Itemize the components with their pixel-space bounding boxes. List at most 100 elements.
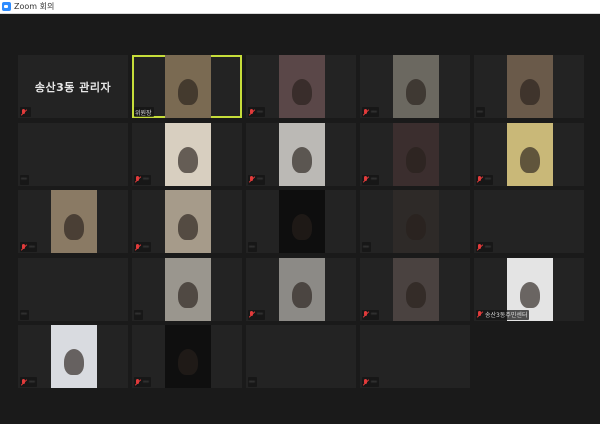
mic-muted-icon [249,176,255,183]
participant-tile[interactable]: 송산3동 관리자 [18,55,128,118]
participant-name-label: ··· [20,242,37,252]
participant-label-text: ··· [485,176,491,183]
participant-display-name: 송산3동 관리자 [34,80,112,94]
mic-muted-icon [135,378,141,386]
participant-tile[interactable]: ··· [246,55,356,118]
participant-tile[interactable]: ··· [132,190,242,253]
participant-tile[interactable]: ··· [18,257,128,321]
participant-figure [406,214,426,240]
participant-label-text: ··· [21,176,27,183]
participant-tile[interactable]: 위원장 [132,55,242,118]
participant-tile[interactable]: ··· [474,122,584,186]
participant-display-name [246,325,356,388]
participant-name-label: ··· [134,309,143,320]
mic-muted-icon [21,243,27,251]
participant-tile[interactable]: ··· [18,122,128,186]
participant-name-label: ··· [248,377,257,387]
participant-tile[interactable]: ··· [18,190,128,253]
participant-label-text: ··· [371,176,377,183]
mic-muted-icon [363,176,369,183]
participant-label-text: ··· [257,311,263,318]
participant-name-label: ··· [362,377,379,387]
participant-tile[interactable]: ··· [360,325,470,388]
participant-name-label [20,107,31,117]
mic-muted-icon [363,378,369,386]
gallery-view: 송산3동 관리자위원장 ··· ··· ··· ··· ··· ··· ··· ··· ··· ··… [18,55,584,388]
mic-muted-icon [21,108,27,116]
participant-name-label: ··· [20,174,29,185]
participant-label-text: ··· [485,243,491,251]
participant-tile[interactable]: ··· [474,190,584,253]
participant-tile[interactable]: ··· [360,190,470,253]
mic-muted-icon [249,108,255,116]
mic-muted-icon [477,176,483,183]
participant-name-label: ··· [362,309,379,320]
participant-label-text: ··· [143,243,149,251]
participant-tile[interactable]: ··· [246,325,356,388]
participant-name-label: ··· [134,377,151,387]
participant-name-label: ··· [248,174,265,185]
participant-figure [178,146,198,173]
mic-muted-icon [477,311,483,318]
participant-figure [178,79,198,105]
participant-label-text: ··· [477,108,483,116]
participant-label-text: ··· [143,176,149,183]
participant-display-name [18,123,128,186]
participant-name-label: ··· [362,242,371,252]
participant-tile[interactable]: ··· [474,55,584,118]
window-title: Zoom 회의 [14,2,55,11]
participant-label-text: ··· [249,378,255,386]
participant-tile[interactable]: ··· [360,257,470,321]
participant-tile[interactable]: ··· [132,325,242,388]
participant-tile[interactable]: 송산3동주민센터 [474,257,584,321]
zoom-logo-icon [2,2,11,11]
participant-figure [178,214,198,240]
participant-tile[interactable]: ··· [246,122,356,186]
participant-name-label: 위원장 [134,107,154,117]
participant-figure [64,349,84,375]
participant-name-label: ··· [476,107,485,117]
participant-tile[interactable]: ··· [246,190,356,253]
participant-name-label: ··· [248,107,265,117]
participant-name-label: ··· [20,309,29,320]
participant-figure [520,146,540,173]
participant-label-text: ··· [257,108,263,116]
participant-tile[interactable]: ··· [132,122,242,186]
participant-name-label: ··· [476,174,493,185]
participant-figure [292,281,312,308]
participant-name-label: ··· [248,309,265,320]
participant-label-text: ··· [363,243,369,251]
participant-figure [406,146,426,173]
mic-muted-icon [477,243,483,251]
participant-label-text: ··· [371,311,377,318]
participant-name-label: ··· [134,242,151,252]
participant-label-text: ··· [29,243,35,251]
participant-name-label: ··· [20,377,37,387]
participant-label-text: 위원장 [135,109,152,117]
participant-name-label: ··· [134,174,151,185]
participant-tile[interactable]: ··· [18,325,128,388]
participant-name-label: ··· [362,107,379,117]
participant-name-label: 송산3동주민센터 [476,309,530,320]
participant-tile[interactable]: ··· [132,257,242,321]
mic-muted-icon [249,311,255,318]
participant-label-text: ··· [257,176,263,183]
participant-figure [520,79,540,105]
participant-name-label: ··· [476,242,493,252]
participant-label-text: ··· [29,378,35,386]
participant-tile[interactable]: ··· [246,257,356,321]
participant-figure [292,214,312,240]
participant-figure [178,349,198,375]
participant-label-text: ··· [371,108,377,116]
participant-label-text: ··· [135,311,141,318]
window-titlebar: Zoom 회의 [0,0,600,14]
participant-figure [406,79,426,105]
participant-figure [292,79,312,105]
participant-tile[interactable]: ··· [360,122,470,186]
participant-display-name [18,258,128,321]
participant-figure [520,281,540,308]
participant-tile[interactable]: ··· [360,55,470,118]
participant-label-text: 송산3동주민센터 [485,312,528,319]
participant-name-label: ··· [362,174,379,185]
participant-label-text: ··· [371,378,377,386]
